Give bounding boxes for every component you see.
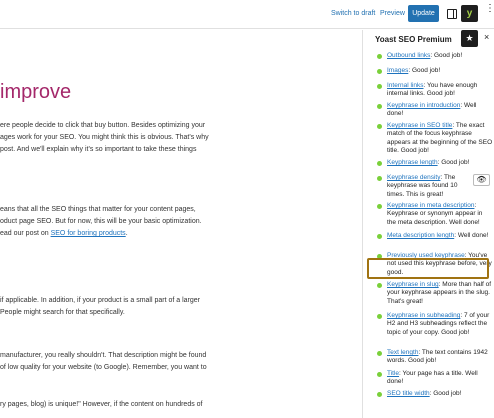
- internal-links-link[interactable]: Internal links: [387, 82, 424, 89]
- good-bullet-icon: [377, 351, 382, 356]
- close-icon[interactable]: ×: [484, 32, 489, 42]
- keyphrase-in-slug-link[interactable]: Keyphrase in slug: [387, 281, 439, 288]
- paragraph-line: People might search for that specificall…: [0, 309, 125, 316]
- assessment-result: : Good job!: [408, 67, 441, 74]
- title-link[interactable]: Title: [387, 370, 399, 377]
- list-item-text: Outbound links: Good job!: [387, 52, 493, 60]
- assessment-result: : Good job!: [430, 52, 463, 59]
- assessment-result: : Good job!: [437, 159, 470, 166]
- list-item-text: Images: Good job!: [387, 67, 493, 75]
- good-bullet-icon: [377, 283, 382, 288]
- seo-boring-products-link[interactable]: SEO for boring products: [51, 230, 126, 237]
- good-bullet-icon: [377, 392, 382, 397]
- paragraph-text: .: [125, 230, 128, 237]
- good-bullet-icon: [377, 54, 382, 59]
- highlight-box: [367, 258, 489, 279]
- keyphrase-in-introduction-link[interactable]: Keyphrase in introduction: [387, 102, 460, 109]
- switch-to-draft-button[interactable]: Switch to draft: [331, 10, 375, 17]
- paragraph-line: ry pages, blog) is unique!" However, if …: [0, 401, 203, 408]
- paragraph-line: manufacturer, you really shouldn't. That…: [0, 352, 207, 359]
- editor-top-bar: Switch to draft Preview Update y ⋮: [0, 0, 494, 29]
- keyphrase-in-subheading-link[interactable]: Keyphrase in subheading: [387, 312, 460, 319]
- keyphrase-density-link[interactable]: Keyphrase density: [387, 174, 440, 181]
- list-item-text: Keyphrase in SEO title: The exact match …: [387, 122, 493, 156]
- paragraph-line: post. And we'll explain why it's so impo…: [0, 146, 197, 153]
- yoast-seo-sidebar: Yoast SEO Premium ★ × Outbound links: Go…: [362, 30, 494, 418]
- preview-button[interactable]: Preview: [380, 10, 405, 17]
- paragraph-line: ead our post on SEO for boring products.: [0, 228, 128, 240]
- yoast-logo-icon[interactable]: y: [461, 5, 478, 22]
- good-bullet-icon: [377, 84, 382, 89]
- editor-content[interactable]: improve ere people decide to click that …: [0, 30, 362, 418]
- paragraph-line: oduct page SEO. But for now, this will b…: [0, 218, 202, 225]
- list-item-text: Keyphrase in introduction: Well done!: [387, 102, 493, 119]
- list-item-text: Keyphrase length: Good job!: [387, 159, 493, 167]
- good-bullet-icon: [377, 161, 382, 166]
- assessment-result: : Good job!: [429, 390, 462, 397]
- good-bullet-icon: [377, 104, 382, 109]
- keyphrase-in-seo-title-link[interactable]: Keyphrase in SEO title: [387, 122, 452, 129]
- assessment-result: : Well done!: [454, 232, 489, 239]
- more-options-icon[interactable]: ⋮: [485, 4, 494, 14]
- paragraph-line: of low quality for your website (to Goog…: [0, 364, 207, 371]
- list-item-text: Keyphrase in subheading: 7 of your H2 an…: [387, 312, 493, 337]
- list-item-text: Title: Your page has a title. Well done!: [387, 370, 493, 387]
- good-bullet-icon: [377, 176, 382, 181]
- good-bullet-icon: [377, 314, 382, 319]
- settings-sidebar-toggle-icon[interactable]: [447, 9, 457, 19]
- keyphrase-length-link[interactable]: Keyphrase length: [387, 159, 438, 166]
- star-icon[interactable]: ★: [461, 30, 478, 47]
- meta-description-length-link[interactable]: Meta description length: [387, 232, 454, 239]
- sidebar-title: Yoast SEO Premium: [375, 35, 452, 44]
- good-bullet-icon: [377, 124, 382, 129]
- assessment-result: : Your page has a title. Well done!: [387, 370, 478, 386]
- list-item-text: Internal links: You have enough internal…: [387, 82, 493, 99]
- list-item-text: Keyphrase density: The keyphrase was fou…: [387, 174, 469, 199]
- seo-title-width-link[interactable]: SEO title width: [387, 390, 430, 397]
- keyphrase-in-meta-description-link[interactable]: Keyphrase in meta description: [387, 202, 474, 209]
- list-item-text: Meta description length: Well done!: [387, 232, 493, 240]
- content-heading[interactable]: improve: [0, 81, 71, 104]
- list-item-text: Text length: The text contains 1942 word…: [387, 349, 493, 366]
- text-length-link[interactable]: Text length: [387, 349, 418, 356]
- list-item-text: Keyphrase in meta description: Keyphrase…: [387, 202, 493, 227]
- paragraph-line: ages work for your SEO. You might think …: [0, 134, 209, 141]
- list-item-text: Keyphrase in slug: More than half of you…: [387, 281, 493, 306]
- update-button[interactable]: Update: [408, 5, 439, 22]
- eye-icon[interactable]: 👁: [473, 174, 490, 186]
- paragraph-line: eans that all the SEO things that matter…: [0, 206, 196, 213]
- paragraph-text: ead our post on: [0, 230, 51, 237]
- paragraph-line: ere people decide to click that buy butt…: [0, 122, 206, 129]
- good-bullet-icon: [377, 69, 382, 74]
- list-item-text: SEO title width: Good job!: [387, 390, 493, 398]
- good-bullet-icon: [377, 372, 382, 377]
- outbound-links-link[interactable]: Outbound links: [387, 52, 430, 59]
- good-bullet-icon: [377, 234, 382, 239]
- good-bullet-icon: [377, 204, 382, 209]
- images-link[interactable]: Images: [387, 67, 408, 74]
- paragraph-line: if applicable. In addition, if your prod…: [0, 297, 200, 304]
